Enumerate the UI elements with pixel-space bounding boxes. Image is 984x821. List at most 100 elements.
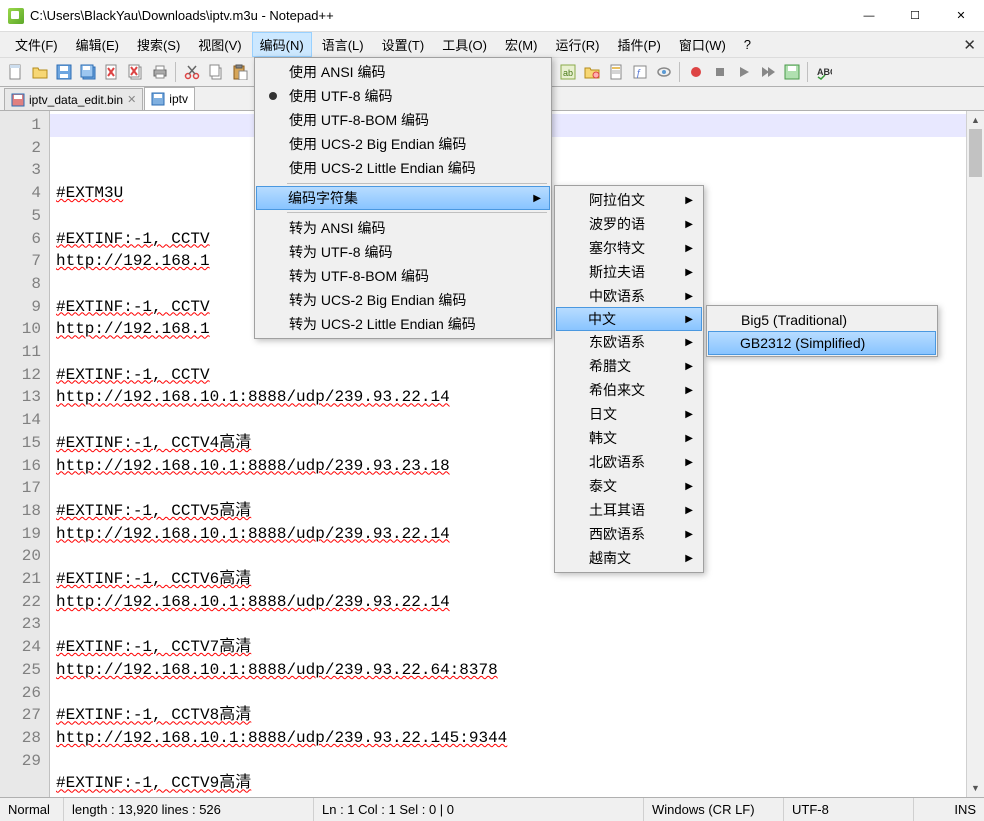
- charset-item[interactable]: 韩文▶: [557, 426, 701, 450]
- spellcheck-button[interactable]: ABC: [812, 61, 835, 84]
- enc-charset-item[interactable]: 编码字符集▶: [256, 186, 550, 210]
- enc-item[interactable]: 转为 UTF-8-BOM 编码: [257, 264, 549, 288]
- charset-item[interactable]: 希伯来文▶: [557, 378, 701, 402]
- charset-item[interactable]: 东欧语系▶: [557, 330, 701, 354]
- minimize-button[interactable]: —: [846, 0, 892, 32]
- svg-text:ab: ab: [563, 68, 573, 78]
- charset-item[interactable]: 斯拉夫语▶: [557, 260, 701, 284]
- monitor-button[interactable]: [652, 61, 675, 84]
- enc-item[interactable]: 转为 UCS-2 Big Endian 编码: [257, 288, 549, 312]
- charset-item[interactable]: 阿拉伯文▶: [557, 188, 701, 212]
- editor-line: http://192.168.10.1:8888/udp/239.93.22.1…: [56, 523, 966, 546]
- new-file-button[interactable]: [4, 61, 27, 84]
- editor-line: http://192.168.10.1:8888/udp/239.93.22.6…: [56, 795, 966, 797]
- line-number: 6: [0, 228, 41, 251]
- editor-line: http://192.168.10.1:8888/udp/239.93.23.1…: [56, 455, 966, 478]
- menu-?[interactable]: ?: [736, 34, 759, 55]
- menu-语言[interactable]: 语言(L): [314, 32, 372, 57]
- charset-item[interactable]: 波罗的语▶: [557, 212, 701, 236]
- charset-item[interactable]: 越南文▶: [557, 546, 701, 570]
- line-number: 27: [0, 704, 41, 727]
- vertical-scrollbar[interactable]: ▲ ▼: [966, 111, 984, 797]
- line-number: 2: [0, 137, 41, 160]
- stop-macro-button[interactable]: [708, 61, 731, 84]
- menu-编辑[interactable]: 编辑(E): [68, 32, 127, 57]
- open-file-button[interactable]: [28, 61, 51, 84]
- play-macro-button[interactable]: [732, 61, 755, 84]
- cut-button[interactable]: [180, 61, 203, 84]
- doc-map-button[interactable]: [604, 61, 627, 84]
- charset-item[interactable]: 中欧语系▶: [557, 284, 701, 308]
- play-multi-button[interactable]: [756, 61, 779, 84]
- secondary-close-icon[interactable]: ✕: [963, 36, 976, 54]
- editor-line: #EXTINF:-1, CCTV8高清: [56, 704, 966, 727]
- menu-窗口[interactable]: 窗口(W): [671, 32, 734, 57]
- line-number: 13: [0, 386, 41, 409]
- charset-item[interactable]: 塞尔特文▶: [557, 236, 701, 260]
- enc-item[interactable]: 转为 UCS-2 Little Endian 编码: [257, 312, 549, 336]
- menu-编码[interactable]: 编码(N): [252, 32, 312, 57]
- scroll-down-arrow[interactable]: ▼: [967, 779, 984, 797]
- line-number: 19: [0, 523, 41, 546]
- close-button[interactable]: ✕: [938, 0, 984, 32]
- charset-item[interactable]: 土耳其语▶: [557, 498, 701, 522]
- charset-item[interactable]: 西欧语系▶: [557, 522, 701, 546]
- line-number: 21: [0, 568, 41, 591]
- charset-item[interactable]: 日文▶: [557, 402, 701, 426]
- record-macro-button[interactable]: [684, 61, 707, 84]
- tab-label: iptv_data_edit.bin: [29, 93, 123, 107]
- charset-item[interactable]: 希腊文▶: [557, 354, 701, 378]
- maximize-button[interactable]: ☐: [892, 0, 938, 32]
- enc-item[interactable]: 转为 UTF-8 编码: [257, 240, 549, 264]
- menu-工具[interactable]: 工具(O): [434, 32, 495, 57]
- line-number: 22: [0, 591, 41, 614]
- menu-文件[interactable]: 文件(F): [7, 32, 66, 57]
- close-file-button[interactable]: [100, 61, 123, 84]
- charset-item[interactable]: 中文▶: [556, 307, 702, 331]
- line-number: 7: [0, 250, 41, 273]
- line-number: 24: [0, 636, 41, 659]
- charset-item[interactable]: 泰文▶: [557, 474, 701, 498]
- cn-encoding-item[interactable]: GB2312 (Simplified): [708, 331, 936, 355]
- enc-item[interactable]: 使用 UTF-8-BOM 编码: [257, 108, 549, 132]
- tab-label: iptv: [169, 92, 188, 106]
- line-number: 5: [0, 205, 41, 228]
- menu-视图[interactable]: 视图(V): [190, 32, 249, 57]
- enc-item[interactable]: 使用 UTF-8 编码: [257, 84, 549, 108]
- editor-line: [56, 409, 966, 432]
- menu-插件[interactable]: 插件(P): [610, 32, 669, 57]
- editor-line: [56, 545, 966, 568]
- tab-1[interactable]: iptv: [144, 87, 195, 110]
- paste-button[interactable]: [228, 61, 251, 84]
- close-all-button[interactable]: [124, 61, 147, 84]
- copy-button[interactable]: [204, 61, 227, 84]
- print-button[interactable]: [148, 61, 171, 84]
- close-tab-icon[interactable]: ✕: [127, 93, 136, 106]
- line-number: 20: [0, 545, 41, 568]
- enc-item[interactable]: 使用 UCS-2 Big Endian 编码: [257, 132, 549, 156]
- func-list-button[interactable]: ƒ: [628, 61, 651, 84]
- save-macro-button[interactable]: [780, 61, 803, 84]
- editor-line: #EXTINF:-1, CCTV9高清: [56, 772, 966, 795]
- menu-设置[interactable]: 设置(T): [374, 32, 433, 57]
- enc-item[interactable]: 使用 ANSI 编码: [257, 60, 549, 84]
- status-eol: Windows (CR LF): [644, 798, 784, 821]
- save-all-button[interactable]: [76, 61, 99, 84]
- lang-button[interactable]: ab: [556, 61, 579, 84]
- folder-workspace-button[interactable]: [580, 61, 603, 84]
- scrollbar-thumb[interactable]: [969, 129, 982, 177]
- cn-encoding-item[interactable]: Big5 (Traditional): [709, 308, 935, 332]
- status-encoding: UTF-8: [784, 798, 914, 821]
- enc-item[interactable]: 转为 ANSI 编码: [257, 216, 549, 240]
- line-number: 3: [0, 159, 41, 182]
- enc-item[interactable]: 使用 UCS-2 Little Endian 编码: [257, 156, 549, 180]
- menu-宏[interactable]: 宏(M): [497, 32, 546, 57]
- menu-搜索[interactable]: 搜索(S): [129, 32, 188, 57]
- menu-运行[interactable]: 运行(R): [547, 32, 607, 57]
- save-button[interactable]: [52, 61, 75, 84]
- scroll-up-arrow[interactable]: ▲: [967, 111, 984, 129]
- toolbar-separator: [175, 62, 176, 82]
- charset-item[interactable]: 北欧语系▶: [557, 450, 701, 474]
- editor-line: [56, 750, 966, 773]
- tab-0[interactable]: iptv_data_edit.bin ✕: [4, 88, 143, 110]
